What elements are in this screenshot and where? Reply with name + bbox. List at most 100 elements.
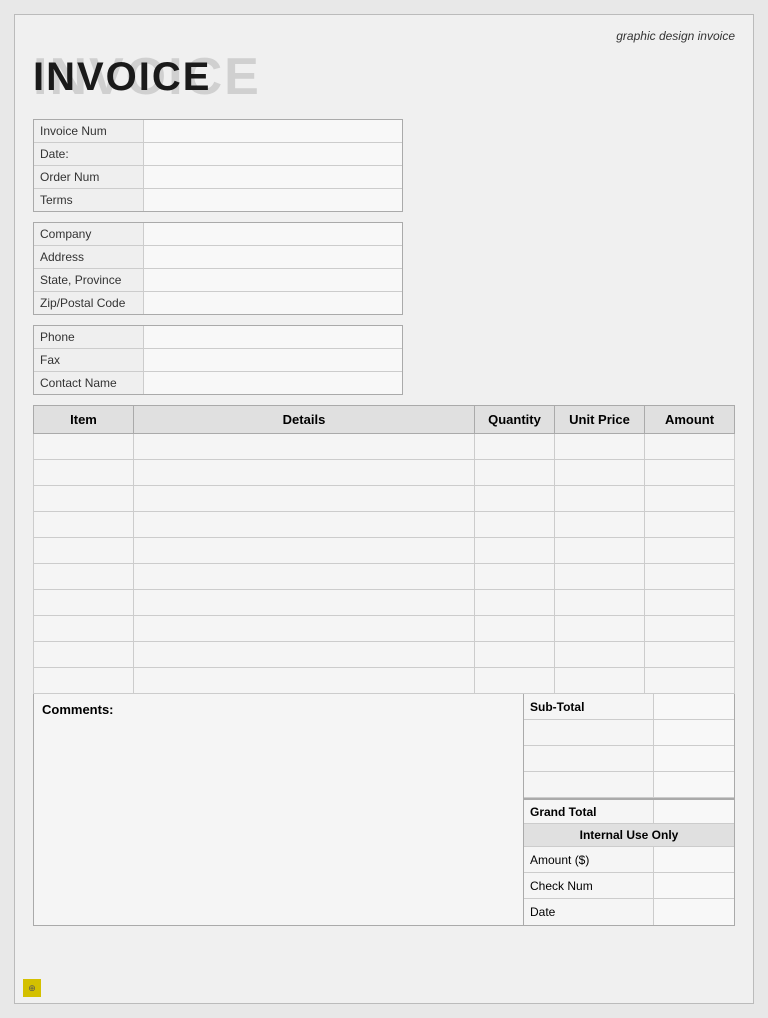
table-cell-8-2[interactable] [475,642,555,668]
invoice-num-label: Invoice Num [34,120,144,142]
subtotal-value[interactable] [654,694,734,719]
table-cell-9-1[interactable] [134,668,475,694]
table-cell-6-1[interactable] [134,590,475,616]
table-cell-1-0[interactable] [34,460,134,486]
table-cell-4-3[interactable] [555,538,645,564]
table-cell-9-3[interactable] [555,668,645,694]
invoice-num-value[interactable] [144,120,402,142]
fax-value[interactable] [144,349,402,371]
check-num-value[interactable] [654,873,734,898]
invoice-num-row: Invoice Num [34,120,402,143]
internal-date-value[interactable] [654,899,734,925]
table-cell-2-0[interactable] [34,486,134,512]
contact-info-section: Phone Fax Contact Name [33,325,403,395]
phone-label: Phone [34,326,144,348]
table-cell-6-4[interactable] [645,590,735,616]
phone-value[interactable] [144,326,402,348]
extra-row-1 [524,720,734,746]
col-header-details: Details [134,406,475,434]
address-row: Address [34,246,402,269]
col-header-amount: Amount [645,406,735,434]
table-cell-8-4[interactable] [645,642,735,668]
invoice-title-main: INVOICE [33,55,211,100]
date-value[interactable] [144,143,402,165]
table-cell-4-1[interactable] [134,538,475,564]
bottom-section: Comments: Sub-Total Grand T [33,694,735,926]
table-cell-6-0[interactable] [34,590,134,616]
fax-row: Fax [34,349,402,372]
table-cell-1-1[interactable] [134,460,475,486]
table-cell-0-3[interactable] [555,434,645,460]
terms-row: Terms [34,189,402,211]
table-cell-1-2[interactable] [475,460,555,486]
zip-label: Zip/Postal Code [34,292,144,314]
table-cell-7-2[interactable] [475,616,555,642]
table-cell-6-2[interactable] [475,590,555,616]
table-header-row: Item Details Quantity Unit Price Amount [34,406,735,434]
table-cell-4-4[interactable] [645,538,735,564]
col-header-quantity: Quantity [475,406,555,434]
table-cell-8-1[interactable] [134,642,475,668]
subtotal-row: Sub-Total [524,694,734,720]
table-row [34,460,735,486]
table-cell-3-3[interactable] [555,512,645,538]
order-num-label: Order Num [34,166,144,188]
table-cell-7-4[interactable] [645,616,735,642]
table-cell-7-3[interactable] [555,616,645,642]
table-row [34,642,735,668]
contact-name-value[interactable] [144,372,402,394]
date-row: Date: [34,143,402,166]
table-cell-9-2[interactable] [475,668,555,694]
table-cell-4-0[interactable] [34,538,134,564]
amount-label: Amount ($) [524,847,654,872]
phone-row: Phone [34,326,402,349]
table-cell-2-4[interactable] [645,486,735,512]
table-cell-5-4[interactable] [645,564,735,590]
table-row [34,616,735,642]
subtotal-label: Sub-Total [524,694,654,719]
items-table: Item Details Quantity Unit Price Amount [33,405,735,694]
extra-row-3 [524,772,734,798]
grand-total-value[interactable] [654,800,734,823]
document-subtitle: graphic design invoice [33,29,735,43]
table-cell-0-1[interactable] [134,434,475,460]
table-cell-2-3[interactable] [555,486,645,512]
table-cell-5-1[interactable] [134,564,475,590]
table-cell-5-3[interactable] [555,564,645,590]
table-cell-6-3[interactable] [555,590,645,616]
table-cell-4-2[interactable] [475,538,555,564]
table-row [34,486,735,512]
table-cell-9-0[interactable] [34,668,134,694]
table-row [34,538,735,564]
table-cell-8-3[interactable] [555,642,645,668]
company-value[interactable] [144,223,402,245]
table-row [34,668,735,694]
table-cell-1-4[interactable] [645,460,735,486]
table-cell-5-0[interactable] [34,564,134,590]
table-cell-0-2[interactable] [475,434,555,460]
table-cell-2-1[interactable] [134,486,475,512]
order-num-value[interactable] [144,166,402,188]
state-value[interactable] [144,269,402,291]
table-cell-2-2[interactable] [475,486,555,512]
table-cell-0-0[interactable] [34,434,134,460]
table-cell-0-4[interactable] [645,434,735,460]
table-cell-7-0[interactable] [34,616,134,642]
table-cell-3-4[interactable] [645,512,735,538]
zip-value[interactable] [144,292,402,314]
table-cell-8-0[interactable] [34,642,134,668]
address-value[interactable] [144,246,402,268]
table-cell-5-2[interactable] [475,564,555,590]
extra-row-2 [524,746,734,772]
table-cell-7-1[interactable] [134,616,475,642]
state-label: State, Province [34,269,144,291]
terms-value[interactable] [144,189,402,211]
table-cell-9-4[interactable] [645,668,735,694]
table-cell-3-0[interactable] [34,512,134,538]
col-header-unit-price: Unit Price [555,406,645,434]
table-cell-3-1[interactable] [134,512,475,538]
amount-value[interactable] [654,847,734,872]
company-row: Company [34,223,402,246]
table-cell-1-3[interactable] [555,460,645,486]
table-cell-3-2[interactable] [475,512,555,538]
